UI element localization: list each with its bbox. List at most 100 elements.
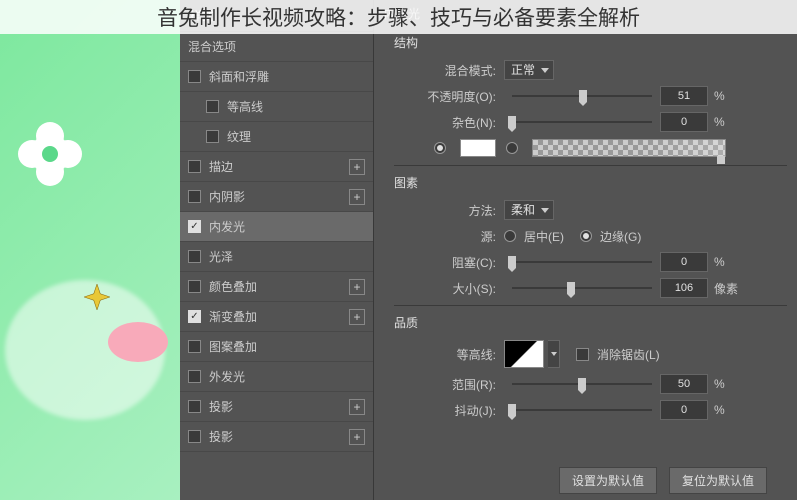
range-input[interactable]: 50 — [660, 374, 708, 394]
color-type-gradient[interactable] — [506, 142, 522, 154]
add-effect-icon[interactable]: + — [349, 429, 365, 445]
style-row-12[interactable]: 投影 + — [180, 422, 373, 452]
style-label: 投影 — [209, 428, 233, 445]
style-row-9[interactable]: 图案叠加 — [180, 332, 373, 362]
color-type-solid[interactable] — [434, 142, 450, 154]
size-input[interactable]: 106 — [660, 278, 708, 298]
size-slider[interactable] — [512, 287, 652, 289]
source-edge-radio[interactable]: 边缘(G) — [580, 228, 641, 245]
style-checkbox[interactable] — [188, 190, 201, 203]
radio-icon — [504, 230, 516, 242]
opacity-input[interactable]: 51 — [660, 86, 708, 106]
style-checkbox[interactable] — [188, 70, 201, 83]
range-slider[interactable] — [512, 383, 652, 385]
noise-input[interactable]: 0 — [660, 112, 708, 132]
range-label: 范围(R): — [374, 376, 504, 393]
make-default-button[interactable]: 设置为默认值 — [559, 467, 657, 494]
technique-dropdown[interactable]: 柔和 — [504, 200, 554, 220]
style-checkbox[interactable] — [188, 430, 201, 443]
jitter-label: 抖动(J): — [374, 402, 504, 419]
style-row-10[interactable]: 外发光 — [180, 362, 373, 392]
style-checkbox[interactable] — [188, 400, 201, 413]
style-checkbox[interactable] — [188, 340, 201, 353]
style-checkbox[interactable] — [188, 310, 201, 323]
contour-dropdown-icon[interactable] — [548, 340, 560, 368]
flower-graphic — [18, 122, 82, 186]
style-label: 图案叠加 — [209, 338, 257, 355]
radio-icon — [434, 142, 446, 154]
style-label: 描边 — [209, 158, 233, 175]
blend-options-label: 混合选项 — [188, 38, 236, 55]
reset-default-button[interactable]: 复位为默认值 — [669, 467, 767, 494]
antialias-checkbox[interactable] — [576, 348, 589, 361]
opacity-slider[interactable] — [512, 95, 652, 97]
source-label: 源: — [374, 228, 504, 245]
quality-header: 品质 — [374, 308, 797, 337]
add-effect-icon[interactable]: + — [349, 399, 365, 415]
properties-column: 内发光 结构 混合模式: 正常 不透明度(O): 51 % 杂色(N): 0 %… — [374, 0, 797, 500]
style-row-4[interactable]: 内阴影 + — [180, 182, 373, 212]
noise-slider[interactable] — [512, 121, 652, 123]
sparkle-icon — [84, 284, 110, 310]
size-unit: 像素 — [714, 280, 742, 297]
page-title: 音兔制作长视频攻略：步骤、技巧与必备要素全解析 — [0, 0, 797, 34]
style-label: 颜色叠加 — [209, 278, 257, 295]
color-swatch[interactable] — [460, 139, 496, 157]
size-label: 大小(S): — [374, 280, 504, 297]
noise-label: 杂色(N): — [374, 114, 504, 131]
style-label: 光泽 — [209, 248, 233, 265]
range-unit: % — [714, 377, 742, 391]
choke-unit: % — [714, 255, 742, 269]
contour-picker[interactable] — [504, 340, 544, 368]
style-row-6[interactable]: 光泽 — [180, 242, 373, 272]
style-row-2[interactable]: 纹理 — [180, 122, 373, 152]
style-row-5[interactable]: 内发光 — [180, 212, 373, 242]
style-checkbox[interactable] — [206, 100, 219, 113]
elements-header: 图素 — [374, 168, 797, 197]
antialias-label: 消除锯齿(L) — [597, 346, 660, 363]
layer-style-panel: 样式 混合选项 斜面和浮雕等高线纹理描边+内阴影+内发光光泽颜色叠加+渐变叠加+… — [180, 0, 797, 500]
add-effect-icon[interactable]: + — [349, 159, 365, 175]
source-center-radio[interactable]: 居中(E) — [504, 228, 564, 245]
style-row-3[interactable]: 描边 + — [180, 152, 373, 182]
style-checkbox[interactable] — [188, 280, 201, 293]
source-center-label: 居中(E) — [524, 228, 564, 245]
style-row-1[interactable]: 等高线 — [180, 92, 373, 122]
add-effect-icon[interactable]: + — [349, 279, 365, 295]
style-label: 纹理 — [227, 128, 251, 145]
add-effect-icon[interactable]: + — [349, 189, 365, 205]
jitter-slider[interactable] — [512, 409, 652, 411]
style-row-0[interactable]: 斜面和浮雕 — [180, 62, 373, 92]
contour-label: 等高线: — [374, 346, 504, 363]
choke-label: 阻塞(C): — [374, 254, 504, 271]
style-label: 渐变叠加 — [209, 308, 257, 325]
gradient-picker[interactable] — [532, 139, 726, 157]
style-label: 投影 — [209, 398, 233, 415]
style-row-8[interactable]: 渐变叠加 + — [180, 302, 373, 332]
style-label: 等高线 — [227, 98, 263, 115]
style-label: 外发光 — [209, 368, 245, 385]
style-label: 内阴影 — [209, 188, 245, 205]
opacity-label: 不透明度(O): — [374, 88, 504, 105]
style-row-7[interactable]: 颜色叠加 + — [180, 272, 373, 302]
style-checkbox[interactable] — [188, 160, 201, 173]
choke-input[interactable]: 0 — [660, 252, 708, 272]
style-checkbox[interactable] — [188, 250, 201, 263]
blend-mode-dropdown[interactable]: 正常 — [504, 60, 554, 80]
blend-mode-label: 混合模式: — [374, 62, 504, 79]
styles-column: 样式 混合选项 斜面和浮雕等高线纹理描边+内阴影+内发光光泽颜色叠加+渐变叠加+… — [180, 0, 374, 500]
style-checkbox[interactable] — [188, 370, 201, 383]
radio-icon — [506, 142, 518, 154]
cheek-graphic — [108, 322, 168, 362]
jitter-input[interactable]: 0 — [660, 400, 708, 420]
source-edge-label: 边缘(G) — [600, 228, 641, 245]
style-checkbox[interactable] — [188, 220, 201, 233]
add-effect-icon[interactable]: + — [349, 309, 365, 325]
style-row-11[interactable]: 投影 + — [180, 392, 373, 422]
blend-options-row[interactable]: 混合选项 — [180, 32, 373, 62]
choke-slider[interactable] — [512, 261, 652, 263]
canvas-background — [0, 0, 180, 500]
opacity-unit: % — [714, 89, 742, 103]
jitter-unit: % — [714, 403, 742, 417]
style-checkbox[interactable] — [206, 130, 219, 143]
